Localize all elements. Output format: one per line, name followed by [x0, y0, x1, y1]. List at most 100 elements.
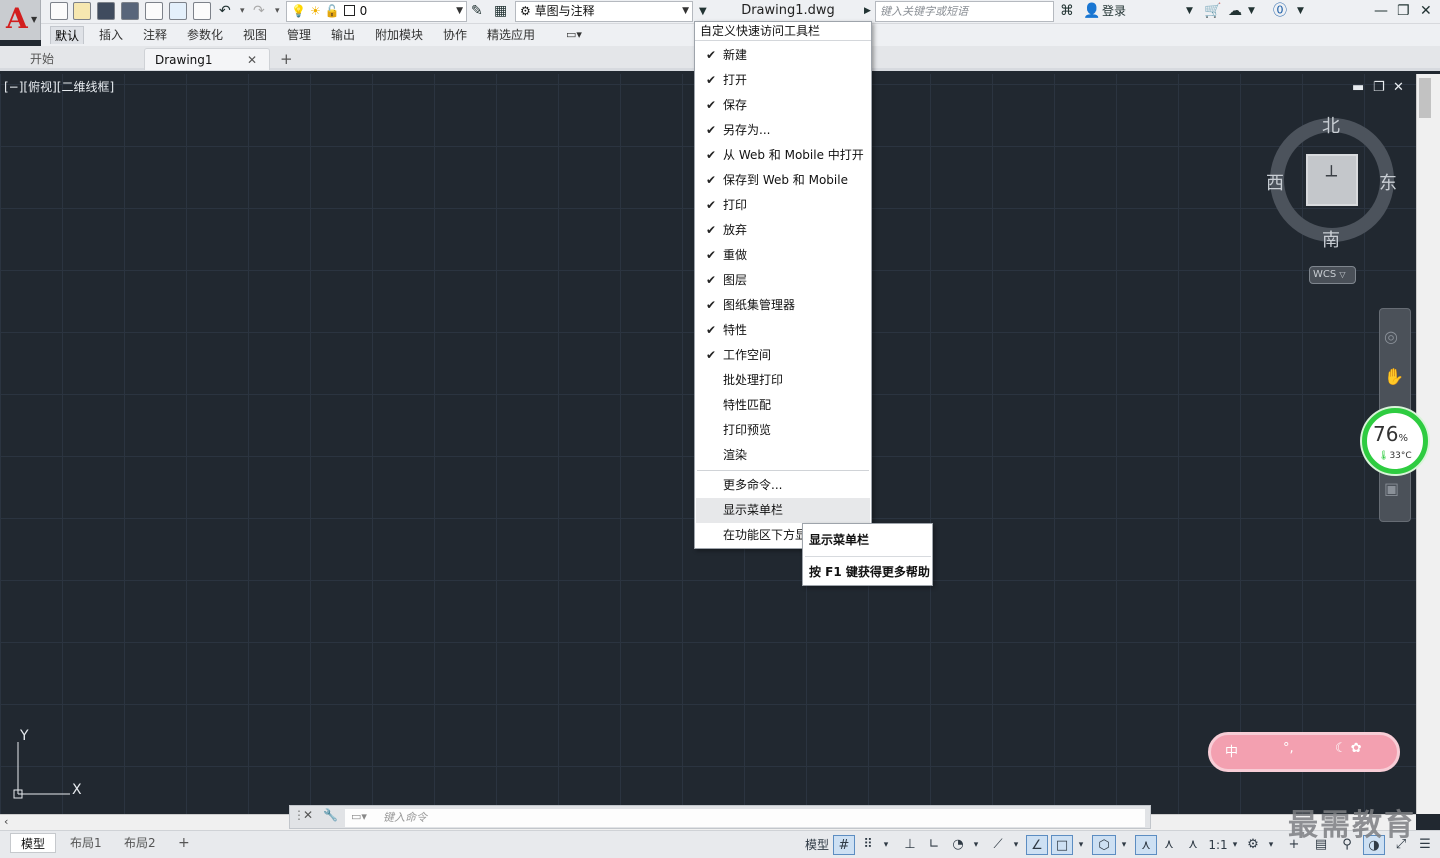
customize-qat-icon[interactable]: ▼: [699, 3, 707, 20]
ortho-icon[interactable]: ∟: [924, 835, 944, 855]
osnap-icon[interactable]: □: [1051, 835, 1073, 855]
object-track-icon[interactable]: ∠: [1026, 835, 1048, 855]
save-icon[interactable]: [97, 2, 115, 20]
save-as-icon[interactable]: [121, 2, 139, 20]
chevron-right-icon[interactable]: ▶: [864, 3, 871, 20]
isodraft-dropdown-icon[interactable]: ▾: [1010, 835, 1022, 855]
close-icon[interactable]: ✕: [1420, 3, 1432, 20]
osnap-dropdown-icon[interactable]: ▾: [1075, 835, 1087, 855]
menu-item-show-menubar[interactable]: 显示菜单栏: [696, 498, 870, 523]
menu-item-properties[interactable]: ✔ 特性: [696, 318, 870, 343]
cart-icon[interactable]: 🛒: [1204, 3, 1221, 20]
menu-item-layer[interactable]: ✔ 图层: [696, 268, 870, 293]
redo-dropdown-icon[interactable]: ▾: [275, 6, 280, 16]
menu-item-batch-plot[interactable]: 批处理打印: [696, 368, 870, 393]
file-tab-drawing1[interactable]: Drawing1 ✕: [144, 48, 270, 70]
annotation-scale-icon[interactable]: ⋏: [1183, 835, 1203, 855]
file-tab-start[interactable]: 开始: [20, 48, 144, 70]
infer-icon[interactable]: ⊥: [900, 835, 920, 855]
menu-item-redo[interactable]: ✔ 重做: [696, 243, 870, 268]
pan-hand-icon[interactable]: ✋: [1384, 367, 1404, 386]
workspace-dropdown[interactable]: ⚙ 草图与注释 ▼: [515, 1, 693, 22]
minimize-icon[interactable]: —: [1374, 3, 1388, 20]
close-command-icon[interactable]: ✕: [303, 808, 313, 822]
menu-item-workspace[interactable]: ✔ 工作空间: [696, 343, 870, 368]
menu-item-match-properties[interactable]: 特性匹配: [696, 393, 870, 418]
pink-input-method-widget[interactable]: 中 °, ☾ ✿: [1208, 732, 1400, 772]
workspace-gear-icon[interactable]: ⚙: [1243, 835, 1263, 855]
compass-west[interactable]: 西: [1266, 169, 1284, 195]
compass-east[interactable]: 东: [1379, 169, 1397, 195]
menu-item-plot-preview[interactable]: 打印预览: [696, 418, 870, 443]
menu-item-sheet-set[interactable]: ✔ 图纸集管理器: [696, 293, 870, 318]
match-properties-icon[interactable]: ✎: [471, 3, 483, 20]
polar-dropdown-icon[interactable]: ▾: [970, 835, 982, 855]
ribbon-tab-parametric[interactable]: 参数化: [183, 26, 227, 44]
steering-wheel-icon[interactable]: ◎: [1384, 327, 1398, 346]
grid-icon[interactable]: #: [833, 835, 855, 855]
menu-item-open[interactable]: ✔ 打开: [696, 68, 870, 93]
model-space-button[interactable]: 模型: [804, 835, 830, 855]
add-layout-icon[interactable]: +: [168, 833, 200, 853]
menu-item-open-web[interactable]: ✔ 从 Web 和 Mobile 中打开: [696, 143, 870, 168]
ribbon-tab-insert[interactable]: 插入: [95, 26, 127, 44]
help-dropdown-icon[interactable]: ▼: [1297, 3, 1304, 20]
menu-item-more-commands[interactable]: 更多命令...: [696, 473, 870, 498]
layout-tab-model[interactable]: 模型: [10, 833, 57, 853]
layout-tab-1[interactable]: 布局1: [60, 833, 112, 853]
new-tab-icon[interactable]: +: [274, 48, 298, 70]
new-icon[interactable]: [50, 2, 68, 20]
menu-item-save-as[interactable]: ✔ 另存为...: [696, 118, 870, 143]
ribbon-tab-manage[interactable]: 管理: [283, 26, 315, 44]
menu-item-render[interactable]: 渲染: [696, 443, 870, 468]
scroll-left-icon[interactable]: ‹: [4, 815, 8, 828]
ribbon-tab-default[interactable]: 默认: [50, 26, 85, 44]
ribbon-tab-annotate[interactable]: 注释: [139, 26, 171, 44]
user-icon[interactable]: 👤: [1083, 3, 1100, 20]
connect-icon[interactable]: ☁: [1228, 3, 1242, 20]
restore-icon[interactable]: ❐: [1397, 3, 1410, 20]
viewport-minimize-icon[interactable]: ▬: [1352, 80, 1364, 95]
wcs-menu[interactable]: WCS ▽: [1309, 266, 1356, 284]
command-history-icon[interactable]: ▭▾: [351, 810, 367, 823]
snap-icon[interactable]: ⠿: [858, 835, 878, 855]
login-link[interactable]: 登录: [1102, 3, 1126, 20]
polar-icon[interactable]: ◔: [948, 835, 968, 855]
open-web-icon[interactable]: [145, 2, 163, 20]
login-dropdown-icon[interactable]: ▼: [1186, 3, 1193, 20]
ribbon-tab-view[interactable]: 视图: [239, 26, 271, 44]
print-icon[interactable]: [193, 2, 211, 20]
undo-icon[interactable]: ↶: [219, 3, 231, 20]
scale-value[interactable]: 1:1: [1207, 835, 1229, 855]
autoscale-icon[interactable]: ⋏: [1159, 835, 1179, 855]
viewport-restore-icon[interactable]: ❐: [1373, 80, 1385, 95]
connect-dropdown-icon[interactable]: ▼: [1248, 3, 1255, 20]
command-input[interactable]: 键入命令: [345, 809, 1145, 827]
showmotion-icon[interactable]: ▣: [1384, 479, 1399, 498]
undo-dropdown-icon[interactable]: ▾: [240, 6, 245, 16]
ribbon-tab-output[interactable]: 输出: [327, 26, 359, 44]
search-input[interactable]: 键入关键字或短语: [875, 1, 1054, 22]
menu-item-undo[interactable]: ✔ 放弃: [696, 218, 870, 243]
redo-icon[interactable]: ↷: [253, 3, 265, 20]
menu-item-save[interactable]: ✔ 保存: [696, 93, 870, 118]
compass-south[interactable]: 南: [1322, 226, 1340, 252]
gear-dropdown-icon[interactable]: ▾: [1265, 835, 1277, 855]
compass-north[interactable]: 北: [1322, 112, 1340, 138]
binoculars-icon[interactable]: ⌘: [1060, 3, 1074, 20]
calculator-icon[interactable]: ▦: [494, 3, 507, 20]
close-tab-icon[interactable]: ✕: [247, 49, 257, 71]
system-monitor-gauge[interactable]: 76% 🌡33°C: [1362, 408, 1428, 474]
application-menu-button[interactable]: A ▼: [0, 0, 41, 40]
snap-dropdown-icon[interactable]: ▾: [880, 835, 892, 855]
viewport-close-icon[interactable]: ✕: [1393, 80, 1404, 95]
3d-osnap-icon[interactable]: ⬡: [1092, 835, 1116, 855]
menu-item-new[interactable]: ✔ 新建: [696, 43, 870, 68]
annotation-visibility-icon[interactable]: ⋏: [1135, 835, 1157, 855]
wrench-icon[interactable]: 🔧: [323, 808, 338, 822]
ribbon-tab-collaborate[interactable]: 协作: [439, 26, 471, 44]
ribbon-tab-featured[interactable]: 精选应用: [483, 26, 539, 44]
3d-dropdown-icon[interactable]: ▾: [1118, 835, 1130, 855]
open-icon[interactable]: [73, 2, 91, 20]
ribbon-tab-addins[interactable]: 附加模块: [371, 26, 427, 44]
